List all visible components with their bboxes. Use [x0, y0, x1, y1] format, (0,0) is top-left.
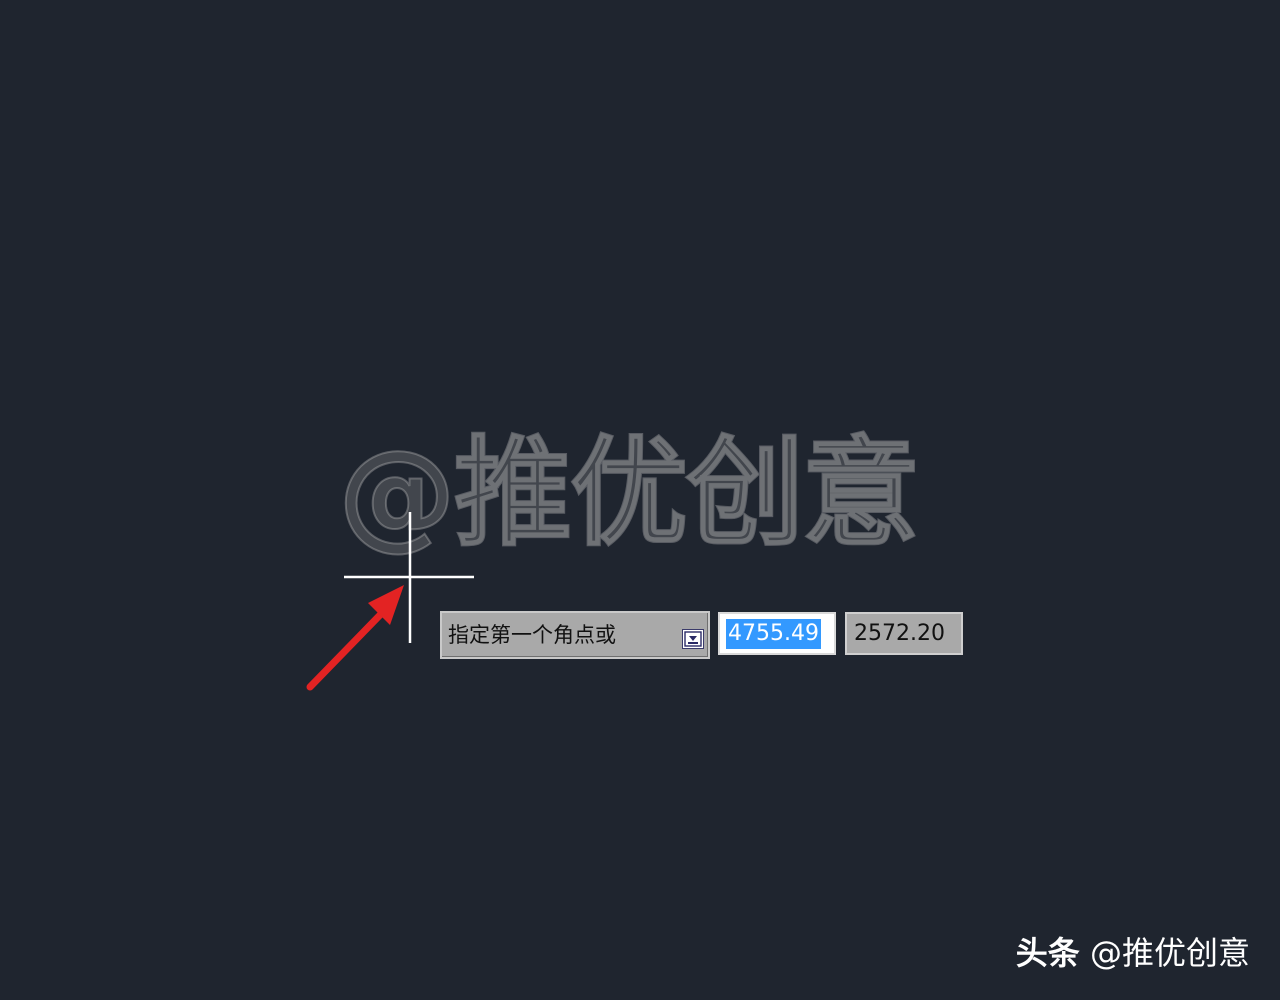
- y-coordinate-value: 2572.20: [854, 621, 945, 646]
- options-dropdown-button[interactable]: [682, 629, 704, 649]
- y-coordinate-input[interactable]: 2572.20: [845, 612, 963, 655]
- cad-drawing-area[interactable]: @推优创意 指定第一个角点或 4755.49 2572.20 头条 @推优创意: [0, 0, 1280, 1000]
- dropdown-arrow-icon: [684, 631, 702, 647]
- command-prompt-text: 指定第一个角点或: [448, 623, 616, 647]
- x-coordinate-value: 4755.49: [726, 619, 821, 649]
- source-credit: 头条 @推优创意: [1016, 932, 1250, 974]
- red-arrow-icon: [306, 585, 404, 691]
- command-prompt-box: 指定第一个角点或: [440, 611, 710, 659]
- credit-handle: @推优创意: [1089, 934, 1250, 972]
- credit-brand: 头条: [1015, 934, 1080, 972]
- x-coordinate-input[interactable]: 4755.49: [718, 612, 836, 655]
